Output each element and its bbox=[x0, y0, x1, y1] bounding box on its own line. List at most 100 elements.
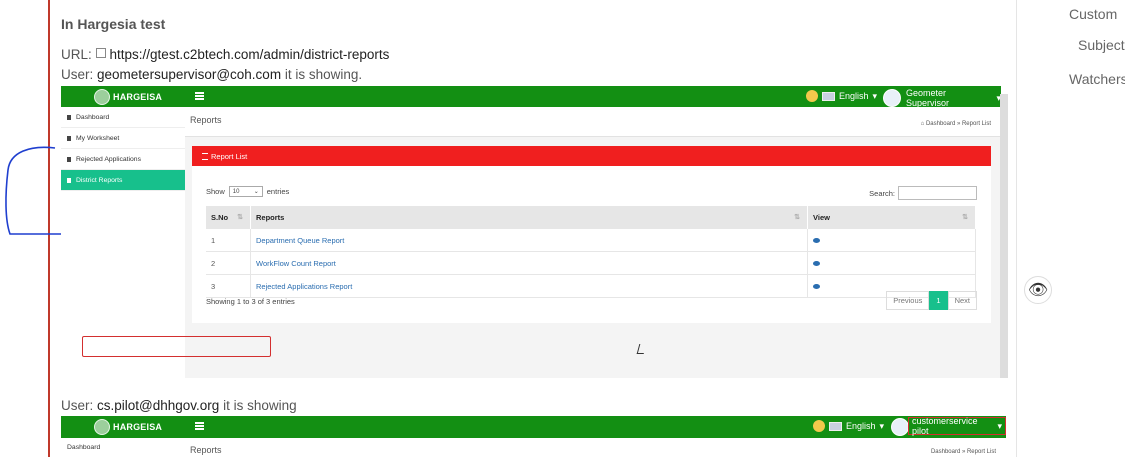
row-number: 1 bbox=[206, 229, 251, 252]
view-cell bbox=[807, 229, 976, 252]
show-label: Show bbox=[206, 187, 225, 196]
url-line: URL: https://gtest.c2btech.com/admin/dis… bbox=[61, 47, 389, 62]
screenshot-customerservice: HARGEISA English ▾ customerservice pilot ▾… bbox=[61, 416, 1008, 457]
caret-down-icon: ▾ bbox=[997, 420, 1002, 431]
document-icon bbox=[67, 156, 71, 162]
page-button[interactable]: 1 bbox=[929, 291, 948, 310]
view-cell bbox=[807, 251, 976, 275]
sidebar-item-dashboard[interactable]: Dashboard bbox=[61, 438, 191, 457]
app-content: Reports ⌂ Dashboard » Report List Report… bbox=[185, 107, 1001, 378]
report-link[interactable]: WorkFlow Count Report bbox=[250, 251, 808, 275]
eye-icon[interactable] bbox=[813, 283, 820, 289]
eye-icon[interactable] bbox=[813, 260, 820, 266]
language-selector[interactable]: English ▾ bbox=[806, 90, 877, 102]
page-header: Reports Dashboard » Report List bbox=[185, 438, 1006, 457]
user-menu-highlighted[interactable]: customerservice pilot ▾ bbox=[908, 416, 1006, 436]
sidebar-item-district-reports[interactable]: District Reports bbox=[61, 170, 185, 191]
highlight-box bbox=[82, 336, 271, 357]
list-icon bbox=[202, 152, 208, 160]
subject-field[interactable]: Subject bbox=[1078, 37, 1125, 53]
page-header: Reports ⌂ Dashboard » Report List bbox=[185, 107, 1001, 137]
sidebar-item-my-worksheet[interactable]: My Worksheet bbox=[61, 128, 185, 149]
search-control: Search: bbox=[869, 186, 977, 200]
language-label: English bbox=[839, 91, 869, 101]
avatar bbox=[891, 418, 909, 436]
sort-icon: ⇅ bbox=[794, 214, 800, 221]
menu-toggle-icon[interactable] bbox=[195, 92, 204, 100]
entries-control: Show 10 ⌄ entries bbox=[206, 186, 289, 197]
caret-down-icon: ▾ bbox=[872, 90, 878, 101]
page-title: Reports bbox=[190, 115, 222, 125]
user-menu[interactable] bbox=[891, 418, 909, 436]
previous-button[interactable]: Previous bbox=[886, 291, 930, 310]
sidebar-item-dashboard[interactable]: Dashboard bbox=[61, 107, 185, 128]
dashboard-icon bbox=[67, 114, 71, 120]
sort-icon: ⇅ bbox=[237, 214, 243, 221]
screenshot-geometer: HARGEISA English ▾ Geometer Supervisor ▾ D… bbox=[61, 86, 1008, 378]
user-menu[interactable]: Geometer Supervisor ▾ bbox=[883, 88, 1001, 108]
app-logo[interactable]: HARGEISA bbox=[94, 88, 162, 105]
sidebar-label: My Worksheet bbox=[76, 134, 120, 142]
avatar bbox=[883, 89, 901, 107]
column-label: S.No bbox=[211, 213, 229, 222]
watchers-label: Watchers bbox=[1069, 71, 1125, 87]
uk-flag-icon bbox=[829, 421, 842, 431]
sort-icon: ⇅ bbox=[962, 214, 968, 221]
emoji-icon bbox=[813, 420, 825, 432]
report-link[interactable]: Department Queue Report bbox=[250, 229, 808, 252]
search-input[interactable] bbox=[898, 186, 977, 200]
breadcrumb[interactable]: ⌂ Dashboard » Report List bbox=[921, 121, 991, 127]
table-row: 2 WorkFlow Count Report bbox=[206, 251, 976, 275]
table-row: 3 Rejected Applications Report bbox=[206, 274, 976, 298]
row-number: 3 bbox=[206, 274, 251, 298]
user2-suffix: it is showing bbox=[223, 398, 297, 413]
app-logo[interactable]: HARGEISA bbox=[94, 418, 163, 435]
right-panel-divider bbox=[1016, 0, 1017, 457]
sidebar-label: Rejected Applications bbox=[76, 155, 141, 163]
menu-toggle-icon[interactable] bbox=[195, 422, 204, 430]
report-link[interactable]: Rejected Applications Report bbox=[250, 274, 808, 298]
table-row: 1 Department Queue Report bbox=[206, 229, 976, 252]
breadcrumb-text: Dashboard » Report List bbox=[925, 121, 991, 127]
sidebar-item-rejected-applications[interactable]: Rejected Applications bbox=[61, 149, 185, 170]
user2-prefix: User: bbox=[61, 398, 94, 413]
column-header-sno[interactable]: S.No ⇅ bbox=[206, 206, 251, 229]
column-header-reports[interactable]: Reports ⇅ bbox=[250, 206, 808, 229]
pagination: Previous 1 Next bbox=[886, 291, 977, 310]
reports-table: S.No ⇅ Reports ⇅ View ⇅ 1 Department Queue R… bbox=[206, 206, 976, 298]
row-number: 2 bbox=[206, 251, 251, 275]
document-icon bbox=[67, 177, 71, 183]
next-button[interactable]: Next bbox=[947, 291, 977, 310]
search-label: Search: bbox=[869, 188, 895, 198]
entries-value: 10 bbox=[232, 188, 240, 195]
external-link-icon bbox=[95, 48, 106, 58]
user-name: Geometer Supervisor bbox=[905, 88, 950, 108]
app-topbar: HARGEISA English ▾ Geometer Supervisor ▾ bbox=[61, 86, 1001, 108]
user1-email: geometersupervisor@coh.com bbox=[97, 67, 282, 82]
url-link[interactable]: https://gtest.c2btech.com/admin/district… bbox=[110, 47, 390, 62]
panel-title: Report List bbox=[211, 151, 248, 161]
language-label: English bbox=[846, 421, 876, 431]
issue-heading: In Hargesia test bbox=[61, 16, 166, 32]
user2-line: User: cs.pilot@dhhgov.org it is showing bbox=[61, 398, 297, 413]
column-header-view[interactable]: View ⇅ bbox=[807, 206, 976, 229]
language-selector[interactable]: English ▾ bbox=[813, 420, 884, 432]
eye-icon[interactable] bbox=[813, 237, 820, 243]
logo-mark-icon bbox=[94, 418, 110, 435]
column-label: View bbox=[813, 213, 830, 222]
app-topbar: HARGEISA English ▾ customerservice pilot ▾ bbox=[61, 416, 1006, 438]
scrollbar[interactable] bbox=[1000, 94, 1008, 378]
logo-mark-icon bbox=[94, 88, 110, 105]
emoji-icon bbox=[806, 90, 818, 102]
url-label: URL: bbox=[61, 47, 92, 62]
column-label: Reports bbox=[256, 213, 285, 222]
user1-prefix: User: bbox=[61, 67, 94, 82]
eye-icon: 👁 bbox=[1027, 282, 1049, 299]
entries-select[interactable]: 10 ⌄ bbox=[228, 186, 263, 197]
watch-button[interactable]: 👁 bbox=[1024, 276, 1052, 304]
user1-line: User: geometersupervisor@coh.com it is s… bbox=[61, 67, 362, 82]
user2-email: cs.pilot@dhhgov.org bbox=[97, 398, 220, 413]
logo-text: HARGEISA bbox=[113, 421, 163, 432]
uk-flag-icon bbox=[822, 91, 835, 101]
breadcrumb[interactable]: Dashboard » Report List bbox=[931, 449, 996, 455]
